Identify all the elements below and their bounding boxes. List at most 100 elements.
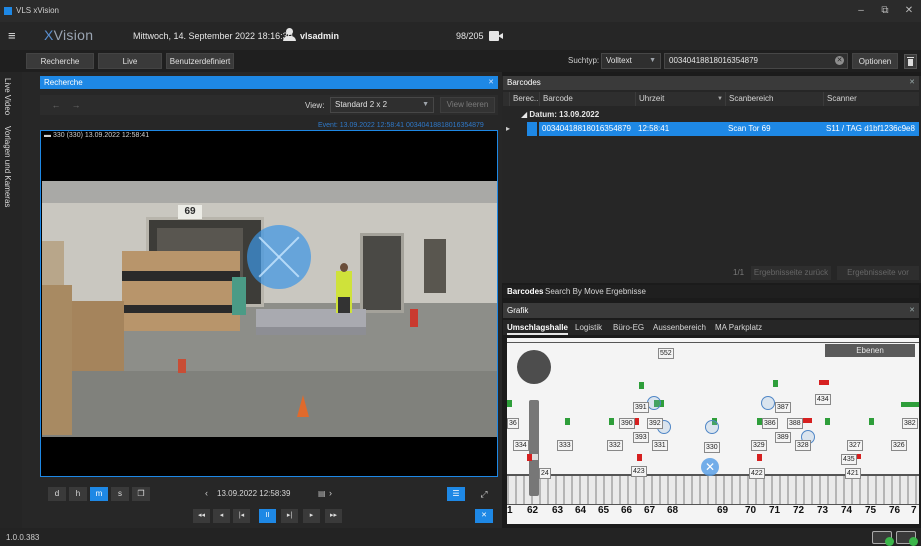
back-arrow-icon[interactable]: ← [48, 98, 64, 112]
gate-number[interactable]: 69 [717, 505, 728, 516]
gate-number[interactable]: 1 [507, 505, 513, 516]
close-playback-icon[interactable]: ✕ [475, 509, 493, 523]
server-status-icon[interactable] [896, 531, 918, 546]
next-page-button[interactable]: Ergebnisseite vor [837, 266, 919, 280]
close-panel-icon[interactable]: ✕ [488, 76, 494, 89]
tab-ma-parkplatz[interactable]: MA Parkplatz [715, 320, 762, 335]
map-label[interactable]: 393 [633, 432, 649, 443]
gate-number[interactable]: 76 [889, 505, 900, 516]
time-button-h[interactable]: h [69, 487, 87, 501]
gate-number[interactable]: 75 [865, 505, 876, 516]
map-label[interactable]: 391 [633, 402, 649, 413]
trash-icon[interactable] [904, 54, 917, 69]
video-frame[interactable]: 69 [40, 130, 498, 477]
prev-page-button[interactable]: Ergebnisseite zurück [751, 266, 831, 280]
map-label[interactable]: 328 [795, 440, 811, 451]
live-button[interactable]: Live [98, 53, 162, 69]
maximize-button[interactable]: ⧉ [876, 4, 894, 18]
tab-umschlagshalle[interactable]: Umschlagshalle [507, 320, 568, 335]
gate-number[interactable]: 64 [575, 505, 586, 516]
map-label[interactable]: 390 [619, 418, 635, 429]
view-select[interactable]: Standard 2 x 2 ▼ [330, 97, 434, 113]
table-row[interactable]: ▸ 00340418818016354879 12:58:41 Scan Tor… [503, 122, 919, 136]
suchtyp-select[interactable]: Volltext ▼ [601, 53, 661, 69]
map-label[interactable]: 330 [704, 442, 720, 453]
gate-number[interactable]: 66 [621, 505, 632, 516]
zoom-slider[interactable] [529, 400, 539, 496]
map-label[interactable]: 388 [787, 418, 803, 429]
step-forward-button[interactable]: ▸| [281, 509, 298, 523]
map-label[interactable]: 24 [539, 468, 551, 479]
view-clear-button[interactable]: View leeren [440, 97, 495, 113]
username[interactable]: vlsadmin [300, 31, 339, 41]
step-back-button[interactable]: |◂ [233, 509, 250, 523]
gate-number[interactable]: 63 [552, 505, 563, 516]
gate-number[interactable]: 70 [745, 505, 756, 516]
pause-button[interactable]: II [259, 509, 276, 523]
optionen-button[interactable]: Optionen [852, 53, 898, 69]
column-header-scanbereich[interactable]: Scanbereich [725, 92, 823, 106]
map-label[interactable]: 36 [507, 418, 519, 429]
ebenen-button[interactable]: Ebenen [825, 344, 915, 357]
connection-status-icon[interactable] [872, 531, 894, 546]
calendar-icon[interactable]: ▤ [318, 489, 326, 498]
map-label[interactable]: 389 [775, 432, 791, 443]
sidebar-tab-live-video[interactable]: Live Video [3, 78, 12, 115]
time-button-m[interactable]: m [90, 487, 108, 501]
forward-arrow-icon[interactable]: → [68, 98, 84, 112]
expand-icon[interactable]: ⤢ [476, 487, 492, 501]
gate-number[interactable]: 72 [793, 505, 804, 516]
gate-number[interactable]: 74 [841, 505, 852, 516]
map-label[interactable]: 329 [751, 440, 767, 451]
map-label[interactable]: 421 [845, 468, 861, 479]
map-label[interactable]: 334 [513, 440, 529, 451]
gate-number[interactable]: 65 [598, 505, 609, 516]
map-label[interactable]: 332 [607, 440, 623, 451]
date-group-row[interactable]: ◢ Datum: 13.09.2022 [503, 108, 919, 121]
tab-buero-eg[interactable]: Büro-EG [613, 320, 644, 335]
gate-number[interactable]: 67 [644, 505, 655, 516]
clear-search-icon[interactable]: ✕ [835, 56, 844, 65]
map-label[interactable]: 382 [902, 418, 918, 429]
gate-number[interactable]: 62 [527, 505, 538, 516]
map-label[interactable]: 331 [652, 440, 668, 451]
column-header-berec[interactable]: Berec... [509, 92, 541, 106]
hamburger-menu-icon[interactable]: ≡ [8, 29, 16, 42]
prev-time-icon[interactable]: ‹ [205, 488, 208, 498]
close-window-button[interactable]: ✕ [900, 4, 918, 18]
next-time-icon[interactable]: › [329, 488, 332, 498]
fast-forward-button[interactable]: ▸▸ [325, 509, 342, 523]
map-label[interactable]: 423 [631, 466, 647, 477]
floor-plan-map[interactable]: Ebenen ✕ 552 434 391 387 390 392 386 388… [507, 338, 919, 524]
close-panel-icon[interactable]: ✕ [909, 76, 915, 90]
column-header-uhrzeit[interactable]: Uhrzeit [635, 92, 715, 106]
recherche-button[interactable]: Recherche [26, 53, 94, 69]
map-label[interactable]: 333 [557, 440, 573, 451]
map-label[interactable]: 435 [841, 454, 857, 465]
close-panel-icon[interactable]: ✕ [909, 303, 915, 318]
play-button[interactable]: ▸ [303, 509, 320, 523]
map-label[interactable]: 434 [815, 394, 831, 405]
rewind-button[interactable]: ◂ [213, 509, 230, 523]
map-label[interactable]: 392 [647, 418, 663, 429]
tab-aussenbereich[interactable]: Aussenbereich [653, 320, 706, 335]
fast-rewind-button[interactable]: ◂◂ [193, 509, 210, 523]
timestamp-value[interactable]: 13.09.2022 12:58:39 [217, 489, 290, 498]
tab-barcodes[interactable]: Barcodes [507, 285, 543, 298]
gate-number[interactable]: 73 [817, 505, 828, 516]
time-button-d[interactable]: d [48, 487, 66, 501]
search-input[interactable]: 00340418818016354879 [664, 53, 848, 69]
column-header-scanner[interactable]: Scanner [823, 92, 919, 106]
map-label[interactable]: 552 [658, 348, 674, 359]
map-label[interactable]: 327 [847, 440, 863, 451]
gate-number[interactable]: 68 [667, 505, 678, 516]
list-view-icon[interactable]: ☰ [447, 487, 465, 501]
column-header-barcode[interactable]: Barcode [539, 92, 635, 106]
map-label[interactable]: 326 [891, 440, 907, 451]
gate-number[interactable]: 7 [911, 505, 917, 516]
copy-icon[interactable]: ❐ [132, 487, 150, 501]
map-label[interactable]: 386 [762, 418, 778, 429]
tab-logistik[interactable]: Logistik [575, 320, 602, 335]
minimize-button[interactable]: – [852, 4, 870, 18]
map-label[interactable]: 422 [749, 468, 765, 479]
